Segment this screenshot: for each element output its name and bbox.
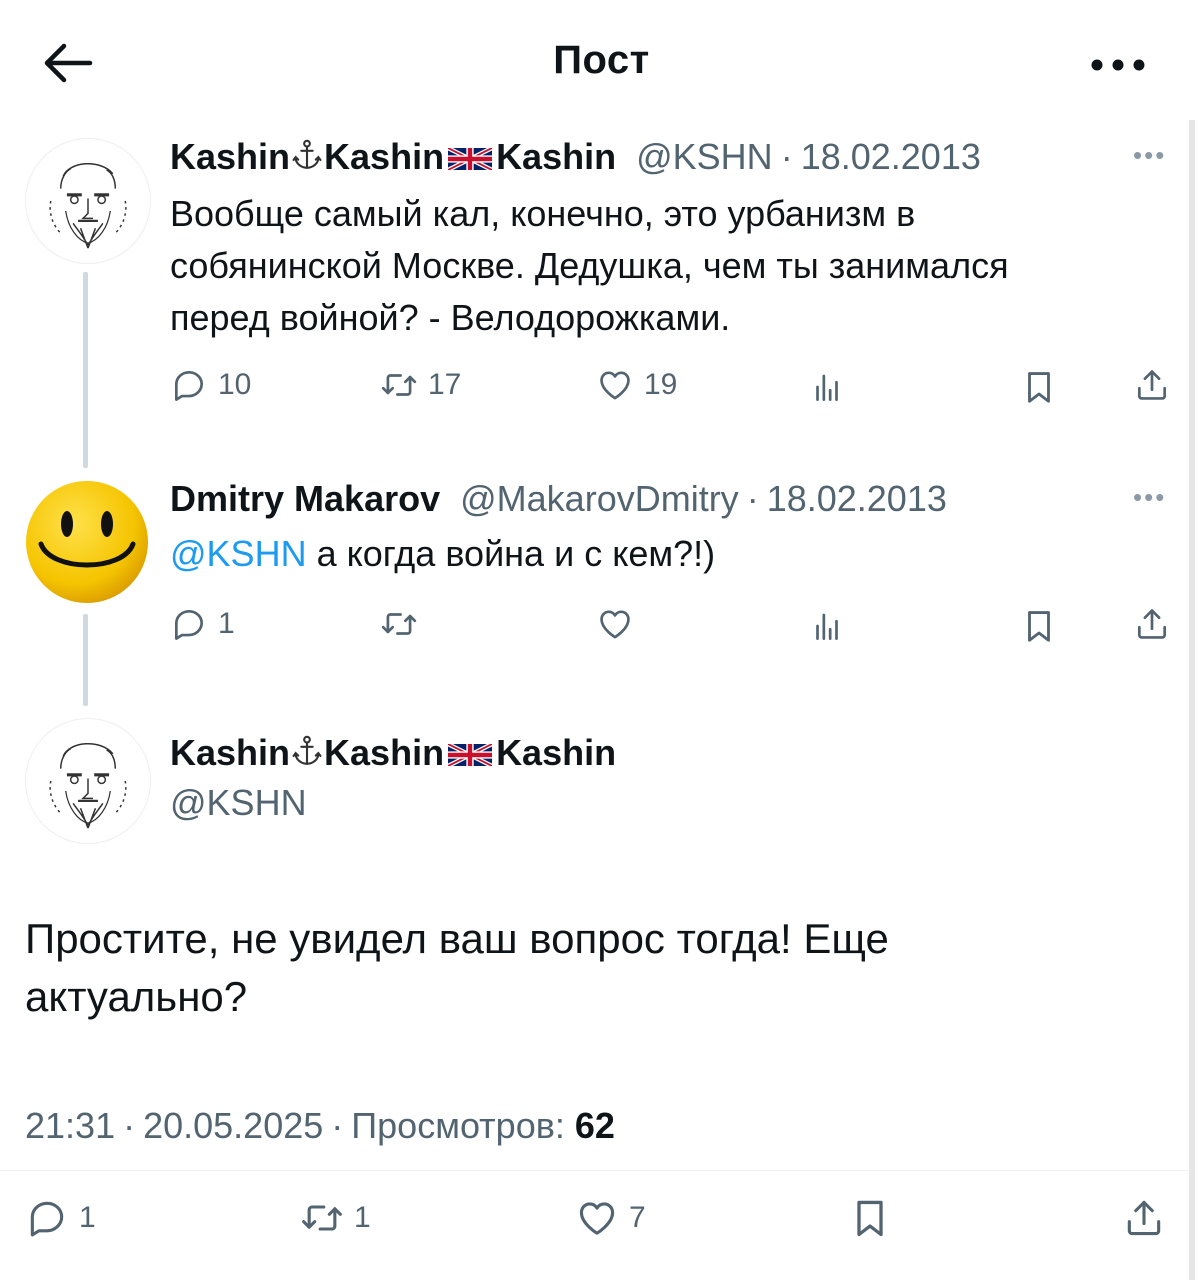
like-button[interactable]: 7 <box>575 1196 646 1240</box>
scrollbar[interactable] <box>1189 120 1195 1280</box>
share-icon <box>1133 605 1171 643</box>
page-title: Пост <box>553 38 650 82</box>
reply-button[interactable]: 10 <box>170 366 251 404</box>
retweet-icon <box>300 1196 344 1240</box>
mention-link[interactable]: @KSHN <box>170 533 307 574</box>
tweet-more-icon[interactable]: ••• <box>1133 140 1166 171</box>
tweet-more-icon[interactable]: ••• <box>1133 482 1166 513</box>
reply-icon <box>170 366 208 404</box>
share-button[interactable] <box>1133 366 1171 404</box>
reply-count: 10 <box>218 368 252 401</box>
like-button[interactable] <box>596 605 634 643</box>
sketch-portrait <box>48 162 128 250</box>
tweet-text: @KSHN а когда война и с кем?!) <box>170 528 715 580</box>
sketch-portrait <box>48 742 128 830</box>
bookmark-button[interactable] <box>1020 607 1058 645</box>
retweet-count: 1 <box>354 1201 371 1234</box>
bookmark-icon <box>1020 607 1058 645</box>
anchor-icon <box>292 735 322 765</box>
thread-line <box>83 272 88 468</box>
share-icon <box>1122 1196 1166 1240</box>
retweet-count: 17 <box>428 368 462 401</box>
like-count: 7 <box>629 1201 646 1234</box>
handle[interactable]: @MakarovDmitry <box>460 478 739 519</box>
retweet-icon <box>380 605 418 643</box>
avatar-smiley[interactable] <box>25 480 149 604</box>
retweet-button[interactable] <box>380 605 418 643</box>
author-handle[interactable]: @KSHN <box>170 782 307 824</box>
tweet-line: актуально? <box>25 973 248 1020</box>
reply-button[interactable]: 1 <box>170 605 235 643</box>
tweet-date[interactable]: 18.02.2013 <box>767 478 947 519</box>
share-icon <box>1133 366 1171 404</box>
reply-button[interactable]: 1 <box>25 1196 96 1240</box>
divider <box>0 1170 1189 1171</box>
views-icon <box>808 368 846 406</box>
like-icon <box>575 1196 619 1240</box>
views-label: Просмотров: <box>351 1105 565 1146</box>
smiley-icon <box>26 481 148 603</box>
retweet-button[interactable]: 17 <box>380 366 461 404</box>
tweet-line: Простите, не увидел ваш вопрос тогда! Ещ… <box>25 915 889 962</box>
bookmark-button[interactable] <box>848 1196 892 1240</box>
separator: · <box>331 1105 344 1146</box>
views-count: 62 <box>574 1105 615 1146</box>
share-button[interactable] <box>1133 605 1171 643</box>
reply-count: 1 <box>79 1201 96 1234</box>
bookmark-icon <box>848 1196 892 1240</box>
avatar[interactable] <box>25 138 151 264</box>
anchor-icon <box>292 139 322 169</box>
reply-icon <box>170 605 208 643</box>
like-icon <box>596 366 634 404</box>
retweet-icon <box>380 366 418 404</box>
tweet-line: Вообще самый кал, конечно, это урбанизм … <box>170 193 916 234</box>
tweet-line: перед войной? - Велодорожками. <box>170 297 731 338</box>
display-name[interactable]: Dmitry Makarov <box>170 478 440 519</box>
tweet-date[interactable]: 20.05.2025 <box>143 1105 323 1146</box>
tweet-line: собянинской Москве. Дедушка, чем ты зани… <box>170 245 1009 286</box>
tweet-time[interactable]: 21:31 <box>25 1105 115 1146</box>
handle[interactable]: @KSHN <box>636 136 773 177</box>
reply-icon <box>25 1196 69 1240</box>
tweet-header: Kashin Kashin Kashin @KSHN · 18.02.2013 <box>170 136 981 178</box>
reply-count: 1 <box>218 607 235 640</box>
views-button[interactable] <box>808 607 846 645</box>
uk-flag-icon <box>448 744 492 766</box>
avatar[interactable] <box>25 718 151 844</box>
author-name[interactable]: Kashin Kashin Kashin <box>170 732 616 774</box>
views-button[interactable] <box>808 368 846 406</box>
tweet-line: а когда война и с кем?!) <box>306 533 716 574</box>
retweet-button[interactable]: 1 <box>300 1196 371 1240</box>
views-icon <box>808 607 846 645</box>
uk-flag-icon <box>448 148 492 170</box>
tweet-meta: 21:31 · 20.05.2025 · Просмотров: 62 <box>25 1105 615 1147</box>
separator: · <box>746 478 759 519</box>
more-icon <box>1091 59 1145 71</box>
more-button[interactable] <box>1085 50 1155 80</box>
tweet-header: Dmitry Makarov @MakarovDmitry · 18.02.2013 <box>170 478 947 520</box>
separator: · <box>780 136 793 177</box>
main-tweet-text: Простите, не увидел ваш вопрос тогда! Ещ… <box>25 910 889 1026</box>
like-button[interactable]: 19 <box>596 366 677 404</box>
thread-line <box>83 614 88 706</box>
like-icon <box>596 605 634 643</box>
separator: · <box>123 1105 136 1146</box>
tweet-text: Вообще самый кал, конечно, это урбанизм … <box>170 188 1009 344</box>
like-count: 19 <box>644 368 678 401</box>
tweet-date[interactable]: 18.02.2013 <box>801 136 981 177</box>
bookmark-icon <box>1020 368 1058 406</box>
bookmark-button[interactable] <box>1020 368 1058 406</box>
share-button[interactable] <box>1122 1196 1166 1240</box>
display-name[interactable]: Kashin Kashin Kashin <box>170 136 616 177</box>
